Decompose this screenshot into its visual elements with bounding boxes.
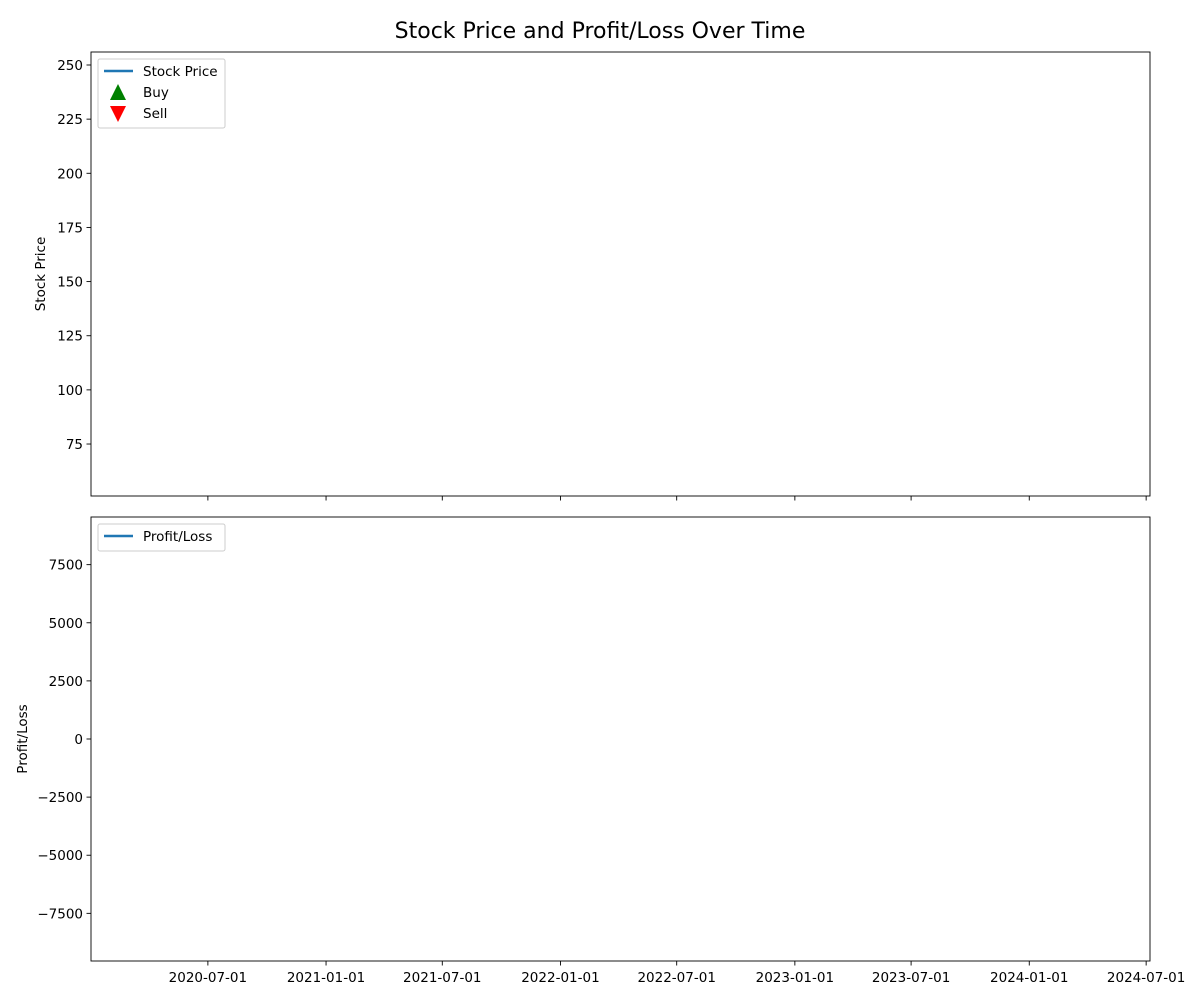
legend: Profit/Loss	[97, 523, 226, 552]
figure: Stock Price and Profit/Loss Over Time 75…	[0, 0, 1200, 1000]
x-tick-label: 2022-07-01	[637, 970, 715, 986]
chart-title: Stock Price and Profit/Loss Over Time	[395, 19, 806, 44]
y-tick-label: 7500	[49, 558, 83, 574]
y-tick-label: −5000	[37, 848, 83, 864]
legend-label: Stock Price	[143, 64, 218, 80]
legend-label: Buy	[143, 85, 169, 101]
x-tick-label: 2024-07-01	[1107, 970, 1185, 986]
x-tick-label: 2022-01-01	[521, 970, 599, 986]
y-tick-label: 0	[74, 732, 83, 748]
legend: Stock Price Buy Sell	[97, 58, 226, 129]
y-tick-label: −2500	[37, 790, 83, 806]
x-tick-label: 2020-07-01	[169, 970, 247, 986]
y-tick-label: −7500	[37, 906, 83, 922]
x-tick-label: 2021-07-01	[403, 970, 481, 986]
figure-background	[0, 0, 1200, 1000]
y-tick-label: 200	[57, 166, 83, 182]
y-tick-label: 2500	[49, 674, 83, 690]
y-tick-label: 125	[57, 329, 83, 345]
y-axis-label: Stock Price	[33, 237, 49, 312]
x-tick-label: 2021-01-01	[287, 970, 365, 986]
y-tick-label: 100	[57, 383, 83, 399]
x-tick-label: 2024-01-01	[990, 970, 1068, 986]
y-axis-label: Profit/Loss	[15, 704, 31, 773]
y-tick-label: 5000	[49, 616, 83, 632]
legend-label: Profit/Loss	[143, 529, 212, 545]
x-tick-label: 2023-07-01	[872, 970, 950, 986]
y-tick-label: 225	[57, 112, 83, 128]
y-tick-label: 150	[57, 275, 83, 291]
legend-label: Sell	[143, 106, 167, 122]
y-tick-label: 250	[57, 58, 83, 74]
y-tick-label: 75	[66, 437, 83, 453]
y-tick-label: 175	[57, 220, 83, 236]
x-tick-label: 2023-01-01	[756, 970, 834, 986]
